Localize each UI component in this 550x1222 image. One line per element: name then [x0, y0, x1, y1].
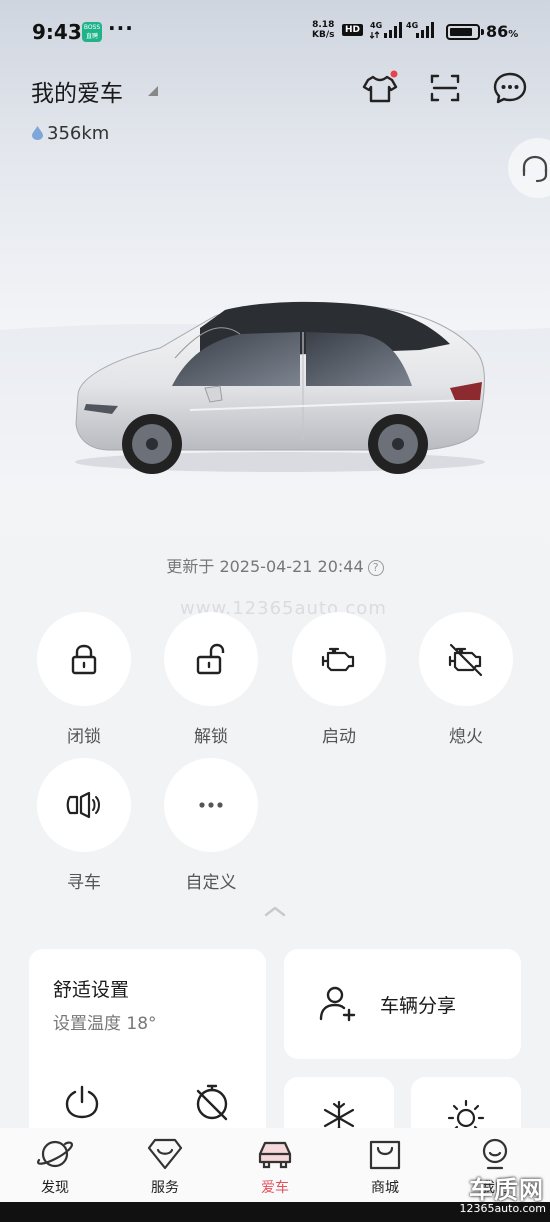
unlock-button-circle[interactable] — [164, 612, 258, 706]
headset-icon — [522, 155, 548, 183]
start-engine-label: 启动 — [322, 727, 356, 747]
stop-engine-circle[interactable] — [419, 612, 513, 706]
notification-dot — [390, 70, 398, 78]
chevron-up-icon[interactable] — [263, 904, 287, 918]
signal-icon-2: 4G — [406, 21, 434, 38]
network-2-label: 4G — [406, 21, 418, 30]
fuel-drop-icon — [32, 126, 43, 140]
speed-value: 8.18 — [312, 20, 335, 30]
engine-start-icon — [321, 647, 355, 672]
engine-off-icon — [448, 643, 483, 677]
nav-my-car[interactable]: 爱车 — [220, 1128, 330, 1202]
network-speed: 8.18 KB/s — [312, 20, 334, 40]
boss-app-icon: BOSS 直聘 — [82, 22, 102, 42]
signal-icon: 4G — [370, 21, 402, 39]
scan-icon[interactable] — [425, 68, 465, 108]
stop-engine-button[interactable]: 熄火 — [419, 612, 513, 747]
car-image — [0, 301, 550, 490]
help-icon[interactable]: ? — [367, 560, 384, 576]
speed-unit: KB/s — [312, 30, 335, 40]
range-readout: 356km — [32, 123, 109, 144]
comfort-temperature: 设置温度 18° — [53, 1014, 157, 1034]
network-1-label: 4G — [370, 21, 382, 30]
corner-watermark: 车质网 12365auto.com — [458, 1168, 550, 1222]
nav-discover[interactable]: 发现 — [0, 1128, 110, 1202]
vehicle-share-card[interactable]: 车辆分享 — [284, 949, 521, 1059]
find-car-horn-icon — [66, 791, 100, 819]
timer-off-icon[interactable] — [193, 1083, 231, 1121]
nav-discover-label: 发现 — [41, 1180, 69, 1196]
status-time: 9:43 — [32, 20, 82, 44]
shopping-bag-icon — [369, 1140, 401, 1170]
update-time: 更新于 2025-04-21 20:44? — [0, 553, 550, 577]
status-more: ··· — [108, 16, 134, 40]
smile-diamond-icon — [147, 1138, 183, 1170]
power-icon[interactable] — [63, 1083, 101, 1121]
customize-circle[interactable] — [164, 758, 258, 852]
tshirt-icon[interactable] — [360, 68, 400, 108]
unlock-label: 解锁 — [194, 727, 228, 747]
comfort-title: 舒适设置 — [53, 979, 130, 1001]
corner-watermark-logo: 车质网 — [469, 1176, 544, 1204]
nav-service-label: 服务 — [151, 1180, 179, 1196]
lock-button[interactable]: 闭锁 — [37, 612, 131, 747]
lock-label: 闭锁 — [67, 727, 101, 747]
battery-unit: % — [508, 29, 519, 40]
nav-mall[interactable]: 商城 — [330, 1128, 440, 1202]
lock-closed-icon — [71, 644, 97, 675]
range-value: 356km — [47, 123, 110, 144]
comfort-settings-card[interactable]: 舒适设置 设置温度 18° — [29, 949, 266, 1149]
lock-button-circle[interactable] — [37, 612, 131, 706]
car-icon — [258, 1141, 292, 1169]
hd-badge: HD — [342, 24, 364, 36]
vehicle-share-label: 车辆分享 — [380, 995, 457, 1017]
find-car-button[interactable]: 寻车 — [37, 758, 131, 893]
battery-percent: 86% — [486, 22, 518, 41]
battery-value: 86 — [486, 22, 509, 41]
unlock-button[interactable]: 解锁 — [164, 612, 258, 747]
start-engine-button[interactable]: 启动 — [292, 612, 386, 747]
lock-open-icon — [196, 643, 225, 675]
stop-engine-label: 熄火 — [449, 727, 483, 747]
more-dots-icon — [199, 802, 223, 808]
corner-watermark-url: 12365auto.com — [459, 1202, 546, 1215]
planet-icon — [37, 1140, 73, 1168]
page-title[interactable]: 我的爱车 — [31, 74, 123, 108]
nav-service[interactable]: 服务 — [110, 1128, 220, 1202]
update-text: 更新于 2025-04-21 20:44 — [166, 557, 364, 576]
add-user-icon — [319, 986, 356, 1022]
nav-my-car-label: 爱车 — [261, 1180, 289, 1196]
customize-label: 自定义 — [185, 873, 237, 893]
customer-service-float-button[interactable] — [508, 138, 550, 198]
find-car-circle[interactable] — [37, 758, 131, 852]
battery-icon — [446, 24, 480, 40]
battery-fill — [450, 28, 473, 36]
car-switch-caret-icon[interactable] — [148, 86, 158, 96]
message-icon[interactable] — [490, 68, 530, 108]
customize-button[interactable]: 自定义 — [164, 758, 258, 893]
find-car-label: 寻车 — [67, 873, 101, 893]
nav-mall-label: 商城 — [371, 1180, 399, 1196]
status-bar: 9:43 BOSS 直聘 ··· 8.18 KB/s HD 4G 4G 86% — [0, 0, 550, 64]
battery-cap — [481, 29, 484, 35]
start-engine-circle[interactable] — [292, 612, 386, 706]
